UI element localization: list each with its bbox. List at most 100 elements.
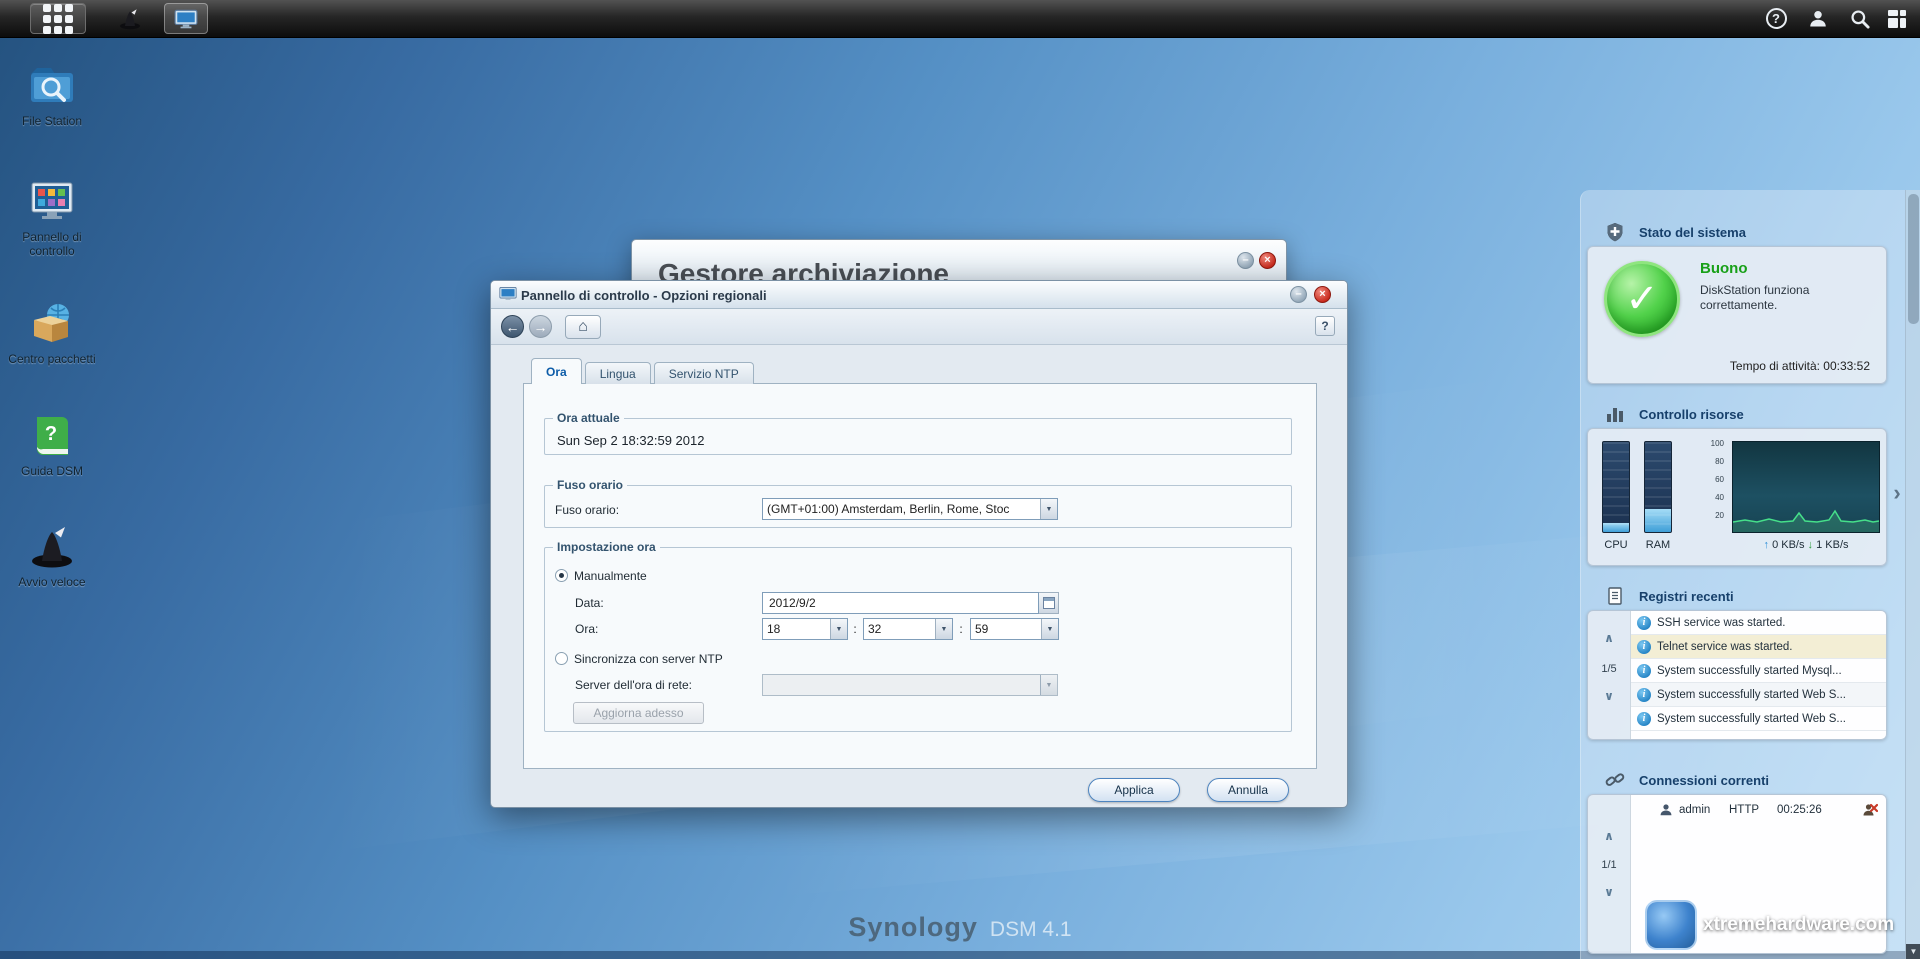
log-row[interactable]: i System successfully started Web S... [1631, 683, 1886, 707]
status-ok-icon: ✓ [1604, 261, 1680, 337]
current-time-value: Sun Sep 2 18:32:59 2012 [557, 433, 704, 448]
dialog-toolbar: ← → ⌂ ? [491, 309, 1347, 345]
pilot-view-button[interactable] [1880, 3, 1914, 34]
dsm-watermark: SynologyDSM 4.1 [848, 912, 1071, 943]
dsm-help-icon: ? [28, 412, 76, 460]
network-chart [1732, 441, 1880, 533]
search-button[interactable] [1842, 3, 1878, 34]
sidebar-scrollbar[interactable]: ▼ [1905, 190, 1920, 959]
chevron-down-icon: ▼ [935, 619, 952, 639]
home-button[interactable]: ⌂ [565, 315, 601, 339]
control-panel-icon [28, 178, 76, 226]
ram-gauge [1644, 441, 1672, 533]
cpu-gauge [1602, 441, 1630, 533]
dialog-titlebar[interactable]: Pannello di controllo - Opzioni regional… [491, 281, 1347, 309]
quick-launch-button[interactable] [108, 3, 152, 34]
calendar-icon [1043, 597, 1055, 609]
system-status-widget: ✓ Buono DiskStation funziona correttamen… [1587, 246, 1887, 384]
resource-detail-button[interactable]: › [1889, 478, 1905, 508]
back-button[interactable]: ← [501, 315, 524, 338]
desktop-icon-package-center[interactable]: Centro pacchetti [4, 300, 100, 366]
current-time-group: Ora attuale Sun Sep 2 18:32:59 2012 [544, 411, 1292, 455]
info-icon: ? [1766, 8, 1787, 29]
connection-user: admin [1679, 804, 1710, 816]
dialog-title: Pannello di controllo - Opzioni regional… [521, 288, 767, 303]
ntp-server-label: Server dell'ora di rete: [575, 678, 692, 692]
desktop: ? File Station [0, 0, 1920, 959]
recent-logs-header: Registri recenti [1581, 586, 1905, 608]
desktop-icon-control-panel[interactable]: Pannello di controllo [4, 178, 100, 258]
cancel-button[interactable]: Annulla [1207, 778, 1289, 802]
connections-page-down-button[interactable]: ∨ [1588, 885, 1630, 899]
scrollbar-thumb[interactable] [1908, 194, 1919, 324]
close-button[interactable]: × [1259, 252, 1276, 269]
log-row[interactable]: i SSH service was started. [1631, 611, 1886, 635]
info-icon: i [1637, 664, 1651, 678]
bar-chart-icon [1605, 404, 1625, 424]
update-now-button[interactable]: Aggiorna adesso [573, 702, 704, 724]
help-button[interactable]: ? [1315, 316, 1335, 336]
connections-page-up-button[interactable]: ∧ [1588, 829, 1630, 843]
apply-button[interactable]: Applica [1088, 778, 1180, 802]
control-panel-task-button[interactable] [164, 3, 208, 34]
manual-radio[interactable] [555, 569, 568, 582]
minimize-button[interactable]: – [1237, 252, 1254, 269]
group-legend: Impostazione ora [553, 540, 660, 554]
logs-page-up-button[interactable]: ∧ [1588, 631, 1630, 645]
desktop-icon-label: Centro pacchetti [4, 352, 100, 366]
svg-text:?: ? [45, 423, 57, 445]
widget-title: Registri recenti [1639, 589, 1734, 604]
calendar-button[interactable] [1039, 592, 1059, 614]
widget-title: Controllo risorse [1639, 407, 1744, 422]
log-row[interactable]: i Telnet service was started. [1631, 635, 1886, 659]
pilot-view-icon [1888, 10, 1906, 28]
search-icon [1850, 9, 1870, 29]
date-input[interactable]: 2012/9/2 [762, 592, 1039, 614]
connection-row[interactable]: admin HTTP 00:25:26 [1631, 798, 1886, 822]
desktop-icon-file-station[interactable]: File Station [4, 62, 100, 128]
wizard-hat-icon [118, 7, 142, 31]
monitor-icon [499, 286, 517, 302]
logs-page-down-button[interactable]: ∨ [1588, 689, 1630, 703]
site-name: xtremehardware.com [1703, 914, 1894, 936]
chain-link-icon [1605, 770, 1625, 790]
info-button[interactable]: ? [1758, 3, 1794, 34]
minute-select[interactable]: 32 ▼ [863, 618, 953, 640]
hour-select[interactable]: 18 ▼ [762, 618, 848, 640]
timezone-select[interactable]: (GMT+01:00) Amsterdam, Berlin, Rome, Sto… [762, 498, 1058, 520]
uptime-text: Tempo di attività: 00:33:52 [1730, 359, 1870, 373]
version-text: DSM 4.1 [990, 918, 1072, 941]
upload-icon: ↑ [1764, 539, 1770, 551]
desktop-icon-label: Pannello di controllo [4, 230, 100, 258]
log-row[interactable]: i System successfully started Web S... [1631, 707, 1886, 731]
desktop-icon-dsm-help[interactable]: ? Guida DSM [4, 412, 100, 478]
second-select[interactable]: 59 ▼ [970, 618, 1059, 640]
scrollbar-down-button[interactable]: ▼ [1906, 944, 1920, 959]
download-icon: ↓ [1808, 539, 1814, 551]
ntp-server-select[interactable]: ▼ [762, 674, 1058, 696]
tab-ora[interactable]: Ora [531, 358, 582, 384]
main-menu-button[interactable] [30, 3, 86, 34]
forward-button[interactable]: → [529, 315, 552, 338]
site-logo [1645, 900, 1697, 950]
minimize-button[interactable]: – [1290, 286, 1307, 303]
shield-icon [1605, 222, 1625, 242]
ntp-radio[interactable] [555, 652, 568, 665]
home-icon: ⌂ [578, 318, 588, 336]
widget-title: Connessioni correnti [1639, 773, 1769, 788]
log-row[interactable]: i System successfully started Mysql... [1631, 659, 1886, 683]
tab-servizio-ntp[interactable]: Servizio NTP [654, 362, 754, 384]
kick-user-icon[interactable] [1862, 802, 1878, 818]
user-icon [1659, 803, 1673, 817]
tab-lingua[interactable]: Lingua [585, 362, 651, 384]
group-legend: Fuso orario [553, 478, 627, 492]
timezone-group: Fuso orario Fuso orario: (GMT+01:00) Ams… [544, 478, 1292, 528]
wizard-hat-icon [28, 523, 76, 571]
user-menu-button[interactable] [1800, 3, 1836, 34]
timezone-label: Fuso orario: [555, 503, 619, 517]
chevron-down-icon: ▼ [830, 619, 847, 639]
ram-label: RAM [1644, 539, 1672, 551]
close-button[interactable]: × [1314, 286, 1331, 303]
resource-monitor-widget: CPU RAM 100 80 60 40 20 ↑ 0 KB/s [1587, 428, 1887, 566]
desktop-icon-quick-start[interactable]: Avvio veloce [4, 523, 100, 589]
